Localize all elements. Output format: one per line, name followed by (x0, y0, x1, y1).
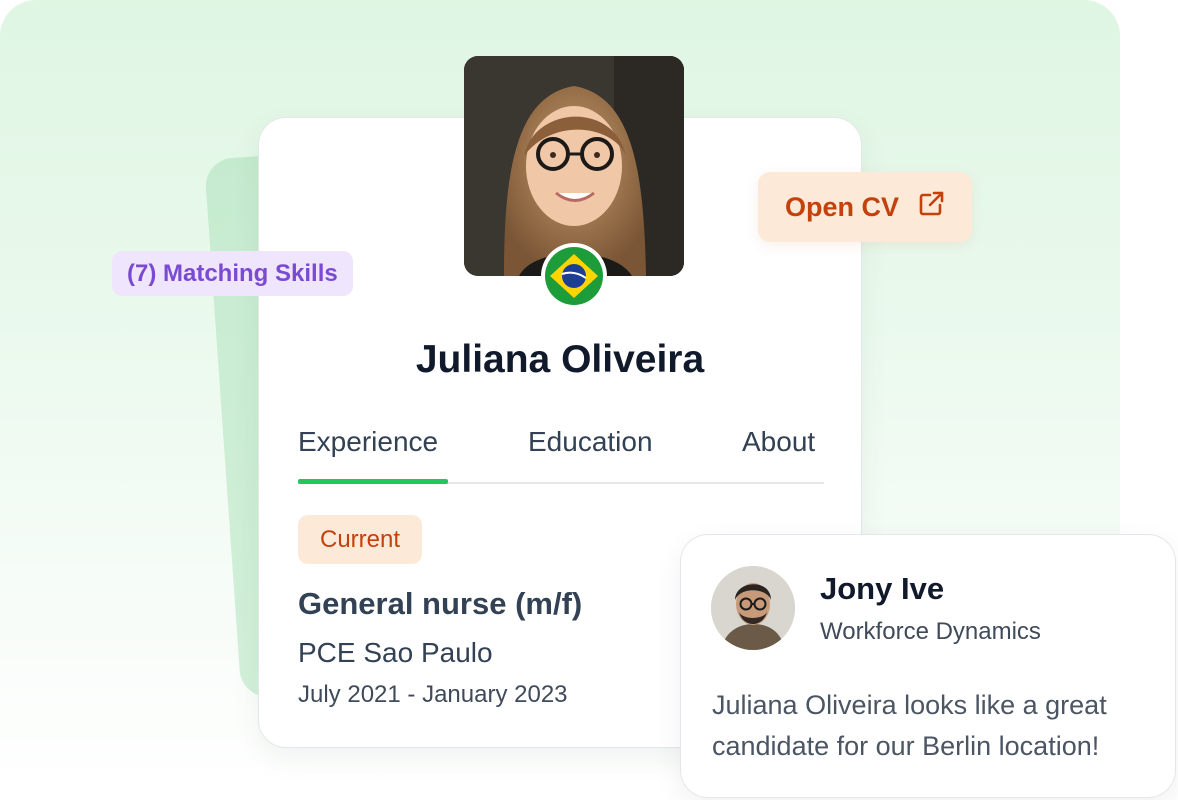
reviewer-avatar (711, 566, 795, 650)
review-message: Juliana Oliveira looks like a great cand… (712, 690, 1107, 761)
profile-tabs: Experience Education About (298, 420, 824, 484)
job-title: General nurse (m/f) (298, 586, 583, 621)
matching-skills-badge[interactable]: (7) Matching Skills (112, 251, 353, 296)
open-cv-button[interactable]: Open CV (758, 172, 972, 242)
external-link-icon (917, 190, 945, 225)
job-company: PCE Sao Paulo (298, 637, 493, 668)
tab-education[interactable]: Education (528, 426, 653, 458)
tab-about[interactable]: About (742, 426, 815, 458)
active-tab-indicator (298, 479, 448, 484)
reviewer-comment-card: Jony Ive Workforce Dynamics Juliana Oliv… (680, 534, 1176, 798)
brazil-flag-icon (541, 243, 607, 309)
job-dates: July 2021 - January 2023 (298, 681, 568, 708)
tab-experience[interactable]: Experience (298, 426, 438, 458)
current-status-badge: Current (298, 515, 422, 564)
open-cv-label: Open CV (784, 191, 899, 222)
reviewer-company: Workforce Dynamics (820, 618, 1041, 645)
reviewer-name: Jony Ive (820, 571, 945, 606)
candidate-name: Juliana Oliveira (415, 338, 705, 381)
